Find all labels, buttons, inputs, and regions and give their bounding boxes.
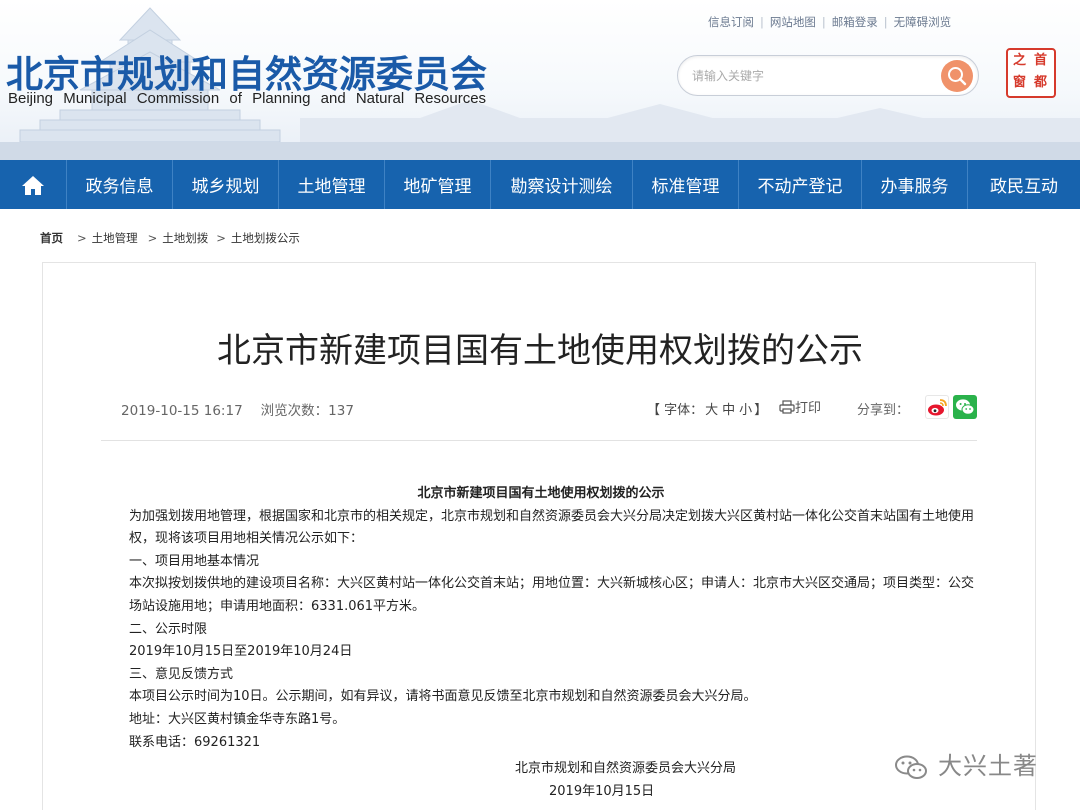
breadcrumb-home[interactable]: 首页 bbox=[40, 231, 63, 245]
top-link-mail-login[interactable]: 邮箱登录 bbox=[832, 15, 878, 29]
search-icon bbox=[948, 67, 967, 86]
nav-item-standards[interactable]: 标准管理 bbox=[633, 160, 739, 209]
nav-item-government-info[interactable]: 政务信息 bbox=[67, 160, 173, 209]
breadcrumb-item-allocation-notice[interactable]: 土地划拨公示 bbox=[231, 231, 300, 245]
article-title: 北京市新建项目国有土地使用权划拨的公示 bbox=[217, 331, 863, 371]
search-box bbox=[677, 55, 979, 96]
article-body: 北京市新建项目国有土地使用权划拨的公示 为加强划拨用地管理，根据国家和北京市的相… bbox=[101, 483, 981, 803]
sign-date-line: 2019年10月15日 bbox=[549, 783, 655, 799]
nav-item-survey-design[interactable]: 勘察设计测绘 bbox=[491, 160, 633, 209]
print-button[interactable]: 打印 bbox=[779, 397, 821, 416]
section-2-title: 二、公示时限 bbox=[129, 621, 208, 637]
font-size-small[interactable]: 小 bbox=[739, 403, 752, 418]
print-label: 打印 bbox=[795, 401, 822, 416]
weibo-share-button[interactable] bbox=[925, 395, 949, 419]
top-link-sitemap[interactable]: 网站地图 bbox=[770, 15, 816, 29]
article-card: 北京市新建项目国有土地使用权划拨的公示 2019-10-15 16:17 浏览次数… bbox=[42, 262, 1036, 810]
nav-item-services[interactable]: 办事服务 bbox=[862, 160, 968, 209]
breadcrumb: 首页 > 土地管理 > 土地划拨 > 土地划拨公示 bbox=[40, 231, 300, 245]
page: 北京市规划和自然资源委员会 Beijing Municipal Commissi… bbox=[0, 0, 1080, 810]
nav-item-mineral-management[interactable]: 地矿管理 bbox=[385, 160, 491, 209]
section-1-text: 本次拟按划拨供地的建设项目名称：大兴区黄村站一体化公交首末站；用地位置：大兴新城… bbox=[129, 576, 975, 614]
font-size-medium[interactable]: 中 bbox=[722, 403, 735, 418]
section-2-text: 2019年10月15日至2019年10月24日 bbox=[129, 644, 353, 660]
breadcrumb-item-land-management[interactable]: 土地管理 bbox=[92, 231, 138, 245]
nav-item-land-management[interactable]: 土地管理 bbox=[279, 160, 385, 209]
publish-date: 2019-10-15 16:17 bbox=[121, 403, 243, 419]
home-icon bbox=[22, 175, 44, 195]
signature-line: 北京市规划和自然资源委员会大兴分局 bbox=[515, 761, 737, 777]
section-3-title: 三、意见反馈方式 bbox=[129, 666, 234, 682]
wechat-share-button[interactable] bbox=[953, 395, 977, 419]
weibo-icon bbox=[928, 399, 947, 416]
capital-window-seal-logo[interactable]: 首 都 之 窗 bbox=[1006, 48, 1056, 98]
search-input[interactable] bbox=[692, 64, 922, 88]
nav-item-property-registration[interactable]: 不动产登记 bbox=[739, 160, 862, 209]
printer-icon bbox=[779, 400, 795, 414]
nav-home[interactable] bbox=[0, 160, 67, 209]
nav-item-public-interaction[interactable]: 政民互动 bbox=[968, 160, 1080, 209]
nav-item-urban-rural-planning[interactable]: 城乡规划 bbox=[173, 160, 279, 209]
top-link-subscribe[interactable]: 信息订阅 bbox=[708, 15, 754, 29]
top-link-accessibility[interactable]: 无障碍浏览 bbox=[894, 15, 952, 29]
site-logo-subtitle: Beijing Municipal Commission of Planning… bbox=[8, 90, 487, 107]
main-nav: 政务信息 城乡规划 土地管理 地矿管理 勘察设计测绘 标准管理 不动产登记 办事… bbox=[0, 160, 1080, 209]
wechat-icon bbox=[956, 399, 975, 415]
breadcrumb-item-land-allocation[interactable]: 土地划拨 bbox=[162, 231, 208, 245]
section-1-title: 一、项目用地基本情况 bbox=[129, 553, 260, 569]
phone-line: 联系电话：69261321 bbox=[129, 734, 261, 750]
intro-paragraph: 为加强划拨用地管理，根据国家和北京市的相关规定，北京市规划和自然资源委员会大兴分… bbox=[129, 508, 975, 547]
article-meta: 2019-10-15 16:17 浏览次数：137 bbox=[121, 399, 354, 419]
wechat-logo-icon bbox=[895, 755, 927, 779]
search-button[interactable] bbox=[941, 60, 973, 92]
meta-divider bbox=[101, 440, 977, 441]
wechat-account-watermark: 大兴土著 bbox=[892, 746, 1038, 782]
site-header: 北京市规划和自然资源委员会 Beijing Municipal Commissi… bbox=[0, 0, 1080, 160]
body-heading: 北京市新建项目国有土地使用权划拨的公示 bbox=[417, 486, 665, 501]
font-size-large[interactable]: 大 bbox=[705, 403, 718, 418]
font-size-tools: 【 字体：大中小】 bbox=[647, 403, 768, 418]
view-count: 浏览次数：137 bbox=[260, 403, 354, 419]
watermark-text: 大兴土著 bbox=[938, 752, 1038, 780]
share-label: 分享到： bbox=[857, 403, 910, 418]
section-3-text: 本项目公示时间为10日。公示期间，如有异议，请将书面意见反馈至北京市规划和自然资… bbox=[129, 689, 757, 705]
address-line: 地址：大兴区黄村镇金华寺东路1号。 bbox=[129, 711, 346, 727]
top-links: 信息订阅 | 网站地图 | 邮箱登录 | 无障碍浏览 bbox=[708, 15, 952, 29]
